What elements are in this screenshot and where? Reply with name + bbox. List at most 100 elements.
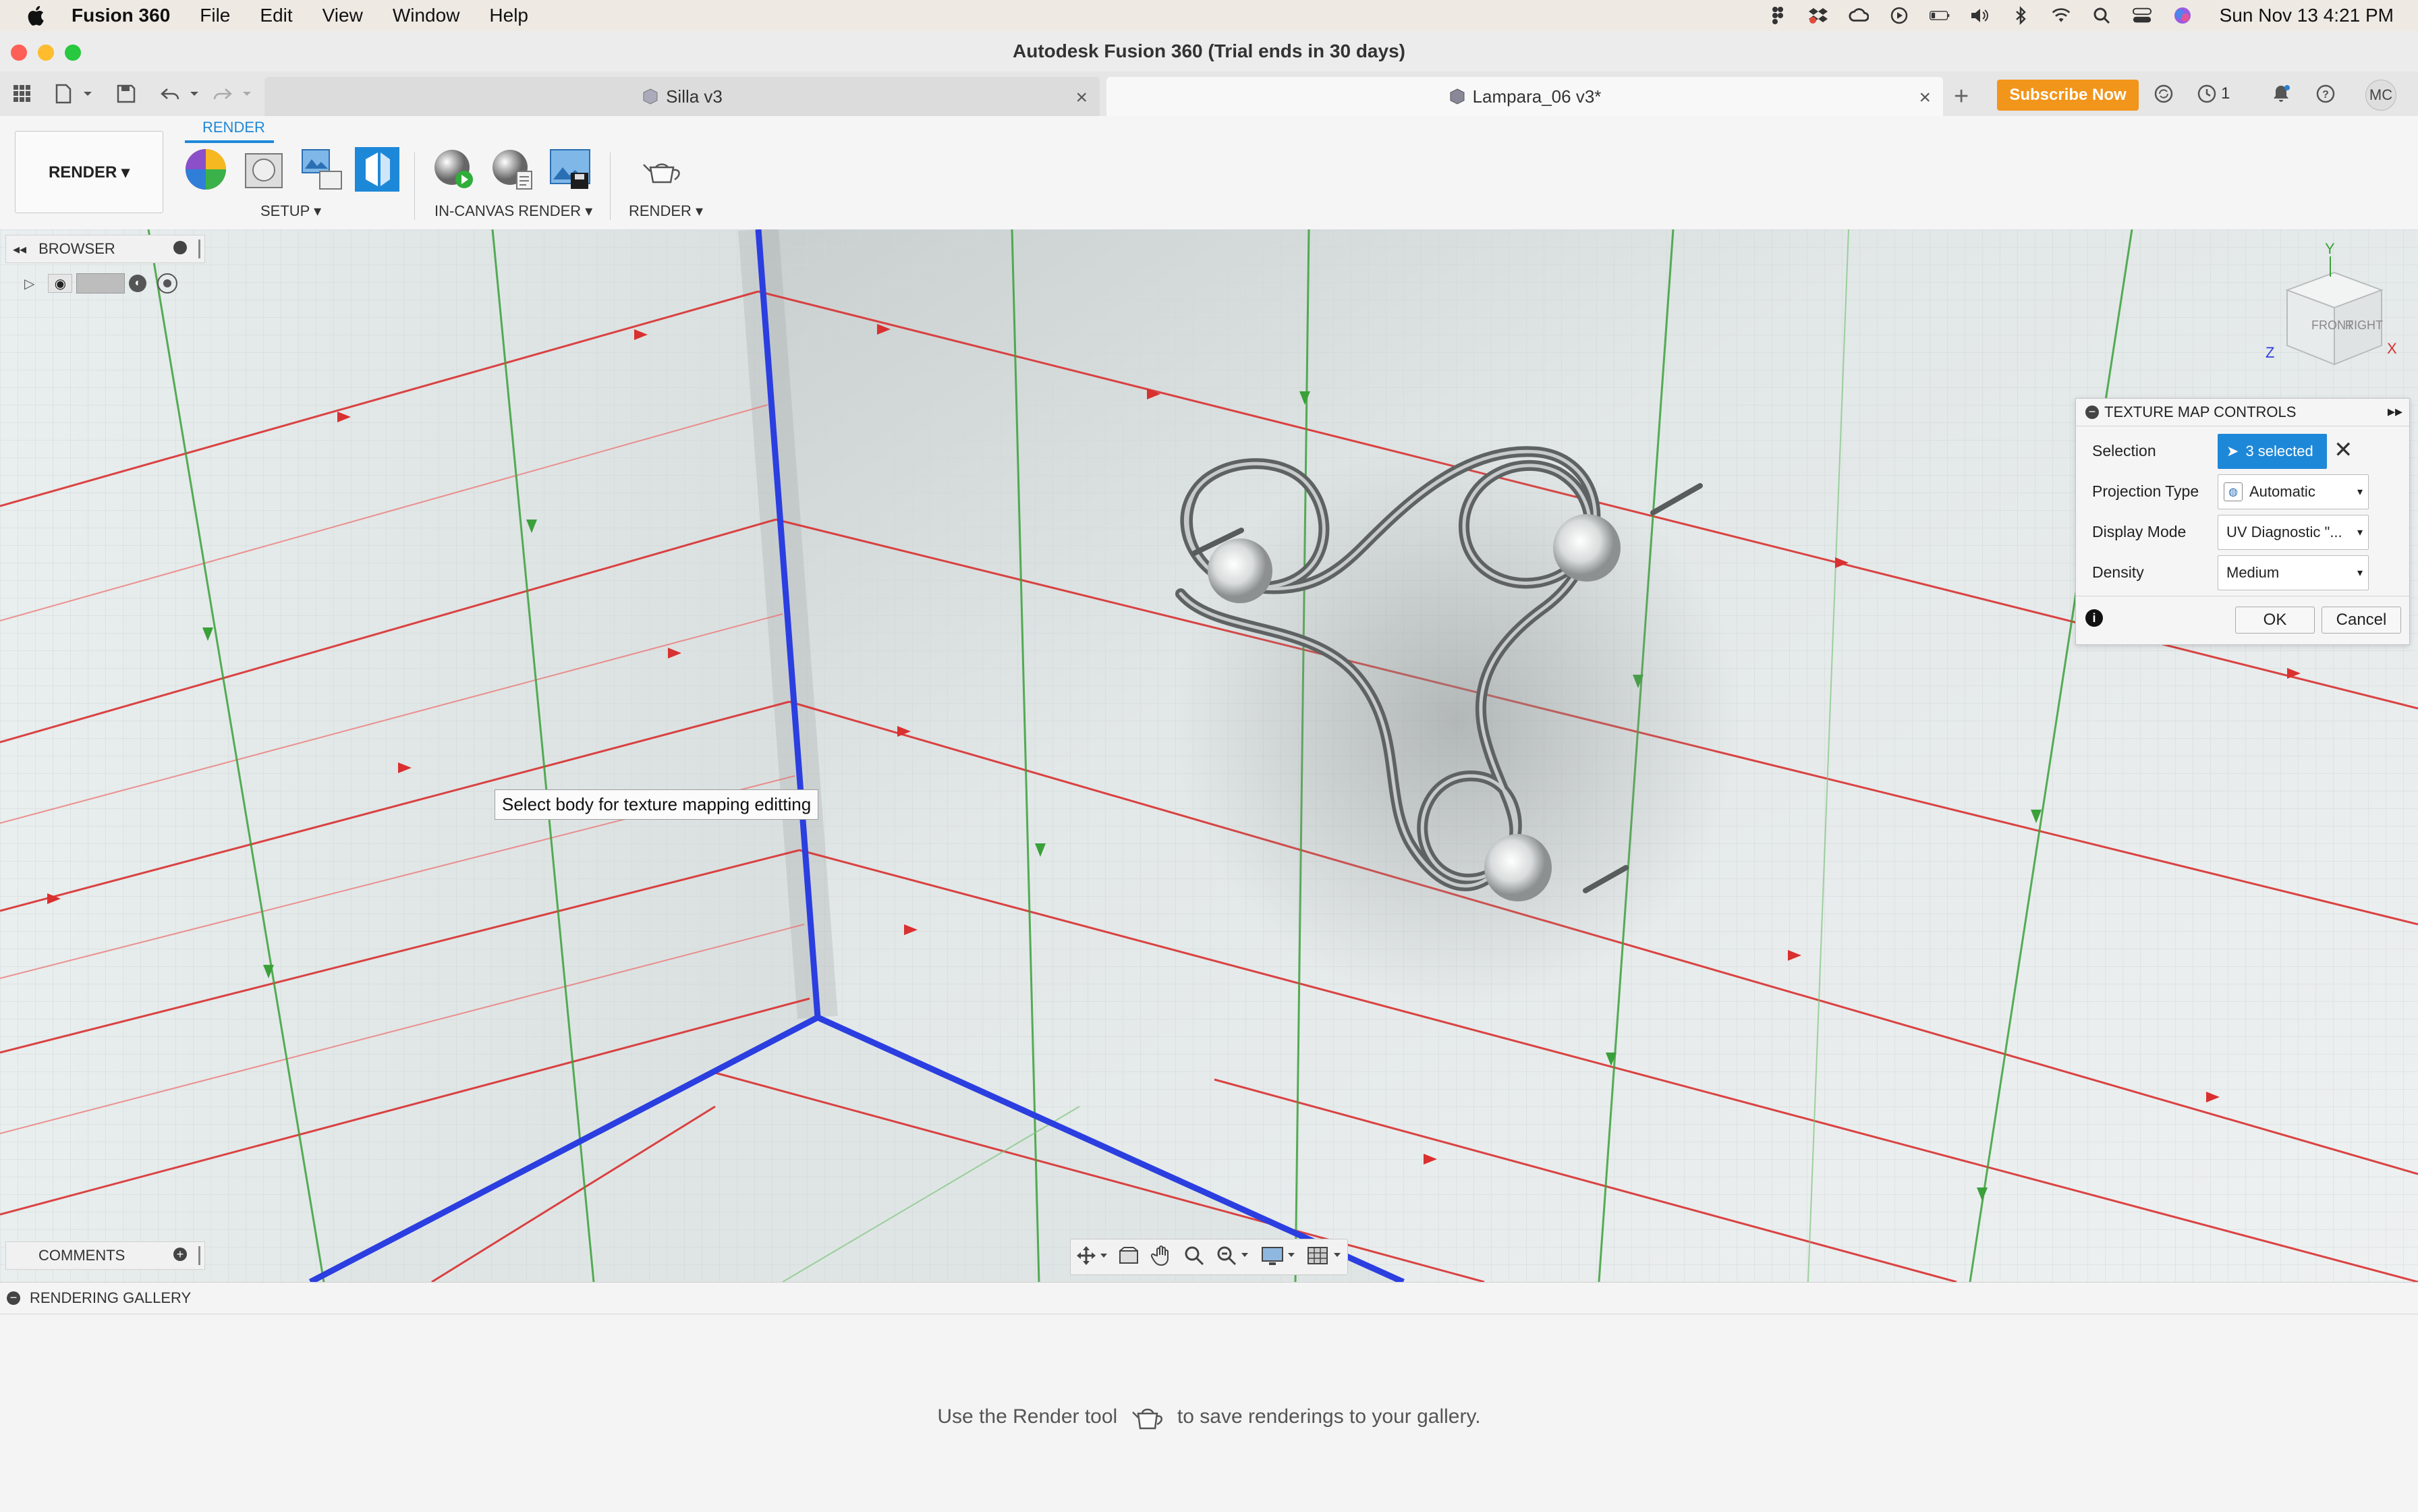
activate-radio-icon[interactable] [157,273,178,293]
hint-text-after: to save renderings to your gallery. [1177,1405,1481,1428]
ribbon-toolbar: RENDER RENDER ▾ SETUP ▾ IN-CANVAS RENDER… [0,116,2418,230]
dropdown-arrow-icon: ▾ [2357,486,2363,498]
bluetooth-icon[interactable] [2011,5,2031,26]
menubar-datetime[interactable]: Sun Nov 13 4:21 PM [2220,5,2394,26]
rendering-gallery-title: RENDERING GALLERY [30,1289,192,1306]
workspace-switcher[interactable]: RENDER ▾ [15,131,163,213]
cancel-button[interactable]: Cancel [2322,607,2401,634]
dialog-header[interactable]: − TEXTURE MAP CONTROLS ▸▸ [2076,399,2409,426]
view-cube-right[interactable]: RIGHT [2345,318,2383,332]
lamp-bulb[interactable] [1208,538,1272,603]
battery-icon[interactable] [1929,5,1950,26]
menu-edit[interactable]: Edit [260,5,292,26]
capture-image-icon[interactable] [548,147,592,192]
toolbar-divider [414,152,415,220]
lamp-bulb[interactable] [1553,514,1621,582]
material-icon[interactable]: ◐ [129,275,147,292]
siri-icon[interactable] [2172,5,2193,26]
menu-help[interactable]: Help [489,5,528,26]
texture-map-controls-icon[interactable] [300,147,344,192]
projection-icon: ◍ [2224,482,2243,501]
display-mode-select[interactable]: UV Diagnostic "... ▾ [2218,515,2369,550]
menu-window[interactable]: Window [393,5,460,26]
minimize-panel-icon[interactable] [173,241,187,254]
render-group-label[interactable]: RENDER ▾ [629,202,703,220]
appearance-icon[interactable] [184,147,228,192]
3d-viewport[interactable]: FRONT RIGHT Y Z X ◂◂ BROWSER ▷ ◉ ◐ COMME… [0,229,2418,1282]
menu-view[interactable]: View [322,5,363,26]
viewport-canvas[interactable]: FRONT RIGHT Y Z X [0,229,2418,1282]
window-title-bar: Autodesk Fusion 360 (Trial ends in 30 da… [0,31,2418,72]
volume-icon[interactable] [1970,5,1990,26]
look-at-icon[interactable] [1118,1245,1140,1269]
zoom-icon[interactable] [1183,1245,1205,1270]
projection-type-select[interactable]: ◍ Automatic ▾ [2218,474,2369,509]
play-icon[interactable] [1889,5,1909,26]
collapse-panel-icon[interactable]: ◂◂ [13,241,26,258]
search-icon[interactable] [2091,5,2112,26]
add-comment-icon[interactable]: + [173,1248,187,1261]
subscribe-now-button[interactable]: Subscribe Now [1997,80,2139,111]
wifi-icon[interactable] [2051,5,2071,26]
apple-logo-icon[interactable] [27,4,47,27]
user-avatar[interactable]: MC [2365,80,2396,111]
panel-resize-handle[interactable] [198,1246,200,1265]
undo-icon[interactable] [161,84,201,107]
lamp-bulb[interactable] [1484,834,1552,901]
component-thumbnail-icon[interactable] [76,273,125,293]
clear-selection-icon[interactable]: ✕ [2334,437,2353,464]
display-settings-icon[interactable] [1261,1245,1296,1270]
file-menu-icon[interactable] [54,84,93,107]
tab-silla[interactable]: Silla v3 × [264,77,1100,116]
orbit-icon[interactable] [1076,1245,1108,1269]
ok-button[interactable]: OK [2235,607,2315,634]
menu-file[interactable]: File [200,5,230,26]
control-center-icon[interactable] [2132,5,2152,26]
creative-cloud-icon[interactable] [1849,5,1869,26]
figma-icon[interactable] [1768,5,1788,26]
close-icon[interactable]: × [1075,86,1088,109]
density-select[interactable]: Medium ▾ [2218,555,2369,590]
display-mode-value: UV Diagnostic "... [2226,524,2342,540]
visibility-eye-icon[interactable]: ◉ [48,274,73,293]
expand-triangle-icon[interactable]: ▷ [24,275,34,292]
app-grid-icon[interactable] [12,84,32,107]
setup-group-label[interactable]: SETUP ▾ [260,202,321,220]
tab-render[interactable]: RENDER [202,119,265,136]
job-status[interactable]: 1 [2197,84,2230,104]
decal-icon[interactable] [355,147,399,192]
window-zoom-button[interactable] [65,45,81,61]
collapse-dialog-icon[interactable]: − [2085,405,2099,419]
sync-status-icon[interactable] [2154,84,2174,107]
help-icon[interactable]: ? [2315,84,2336,107]
browser-root-node[interactable]: ▷ ◉ ◐ [24,270,200,297]
tab-lampara[interactable]: Lampara_06 v3* × [1106,77,1943,116]
render-teapot-icon[interactable] [641,147,685,192]
panel-resize-handle[interactable] [198,240,200,258]
redo-icon[interactable] [213,84,254,107]
dropbox-icon[interactable] [1808,5,1828,26]
grid-snap-icon[interactable] [1307,1245,1342,1270]
window-close-button[interactable] [11,45,27,61]
in-canvas-render-icon[interactable] [432,147,476,192]
close-icon[interactable]: × [1919,86,1931,109]
new-tab-icon[interactable]: + [1954,82,1969,111]
fit-zoom-icon[interactable] [1216,1245,1249,1270]
collapse-gallery-icon[interactable]: − [7,1291,20,1305]
browser-title: BROWSER [38,240,115,257]
rendering-gallery-panel: − RENDERING GALLERY Use the Render tool … [0,1282,2418,1512]
save-icon[interactable] [116,84,136,107]
selection-field[interactable]: ➤ 3 selected [2218,434,2327,469]
notifications-icon[interactable] [2271,84,2291,107]
comments-panel-header[interactable]: COMMENTS + [5,1241,205,1270]
rendering-gallery-header[interactable]: − RENDERING GALLERY [0,1283,2418,1314]
in-canvas-render-group-label[interactable]: IN-CANVAS RENDER ▾ [434,202,592,220]
app-menu-name[interactable]: Fusion 360 [72,5,170,26]
browser-panel-header[interactable]: ◂◂ BROWSER [5,235,205,263]
expand-dialog-icon[interactable]: ▸▸ [2388,403,2402,420]
info-icon[interactable]: i [2085,609,2103,627]
window-minimize-button[interactable] [38,45,54,61]
pan-hand-icon[interactable] [1150,1245,1173,1270]
in-canvas-render-settings-icon[interactable] [490,147,534,192]
scene-settings-icon[interactable] [242,147,286,192]
